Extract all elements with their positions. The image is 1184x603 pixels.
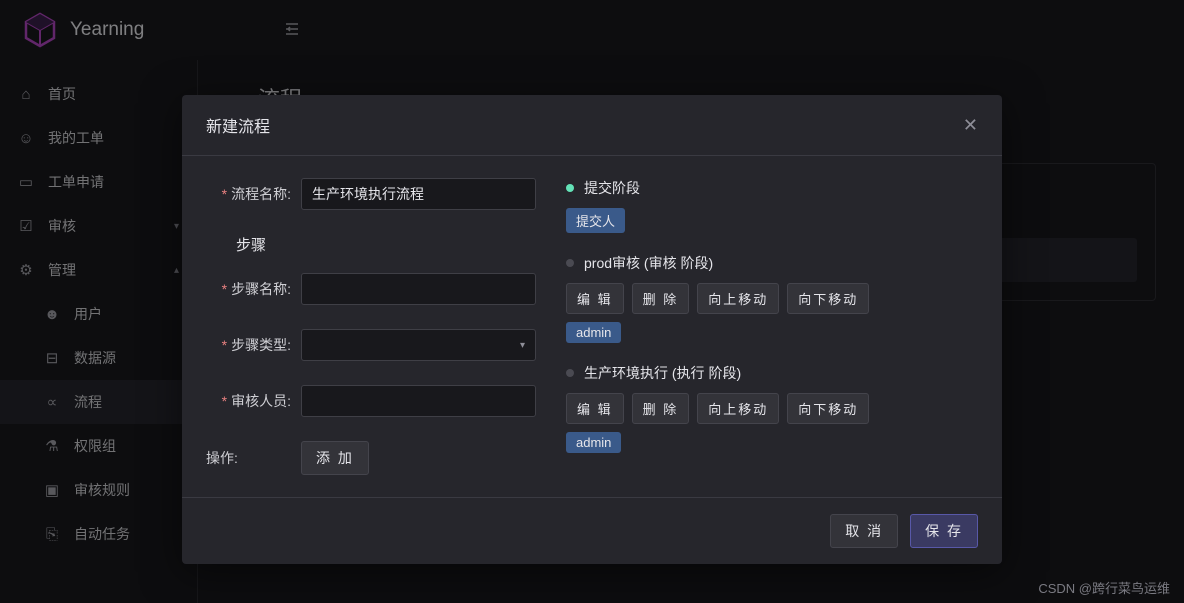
stage-tag: admin (566, 432, 621, 453)
step-type-label: *步骤类型: (206, 335, 291, 355)
move-up-button[interactable]: 向上移动 (697, 393, 779, 424)
stage-block: 提交阶段提交人 (566, 178, 978, 233)
edit-button[interactable]: 编 辑 (566, 283, 624, 314)
step-type-select[interactable]: ▾ (301, 329, 536, 361)
stage-block: 生产环境执行 (执行 阶段) 编 辑删 除向上移动向下移动 admin (566, 363, 978, 453)
auditor-label: *审核人员: (206, 391, 291, 411)
stage-dot-icon (566, 369, 574, 377)
delete-button[interactable]: 删 除 (632, 393, 690, 424)
auditor-input[interactable] (301, 385, 536, 417)
add-step-button[interactable]: 添 加 (301, 441, 369, 475)
close-icon[interactable]: ✕ (963, 115, 978, 136)
edit-button[interactable]: 编 辑 (566, 393, 624, 424)
operation-label: 操作: (206, 448, 291, 468)
new-flow-modal: 新建流程 ✕ *流程名称: 步骤 *步骤名称: *步骤类型: ▾ (182, 95, 1002, 564)
move-down-button[interactable]: 向下移动 (787, 283, 869, 314)
stages-panel: 提交阶段提交人prod审核 (审核 阶段)编 辑删 除向上移动向下移动admin… (566, 178, 978, 475)
step-name-input[interactable] (301, 273, 536, 305)
move-up-button[interactable]: 向上移动 (697, 283, 779, 314)
modal-title: 新建流程 (206, 113, 270, 137)
flow-name-input[interactable] (301, 178, 536, 210)
stage-title: 提交阶段 (584, 178, 640, 198)
stage-title: prod审核 (审核 阶段) (584, 253, 713, 273)
watermark-text: CSDN @跨行菜鸟运维 (1038, 578, 1170, 597)
stage-tag: admin (566, 322, 621, 343)
stage-title: 生产环境执行 (执行 阶段) (584, 363, 741, 383)
flow-name-label: *流程名称: (206, 184, 291, 204)
delete-button[interactable]: 删 除 (632, 283, 690, 314)
stage-tag: 提交人 (566, 208, 625, 233)
modal-overlay: 新建流程 ✕ *流程名称: 步骤 *步骤名称: *步骤类型: ▾ (0, 0, 1184, 603)
stage-block: prod审核 (审核 阶段) 编 辑删 除向上移动向下移动 admin (566, 253, 978, 343)
save-button[interactable]: 保 存 (910, 514, 978, 548)
move-down-button[interactable]: 向下移动 (787, 393, 869, 424)
cancel-button[interactable]: 取 消 (830, 514, 898, 548)
step-name-label: *步骤名称: (206, 279, 291, 299)
stage-dot-icon (566, 184, 574, 192)
stage-dot-icon (566, 259, 574, 267)
step-section-title: 步骤 (236, 234, 536, 255)
chevron-down-icon: ▾ (520, 340, 525, 351)
